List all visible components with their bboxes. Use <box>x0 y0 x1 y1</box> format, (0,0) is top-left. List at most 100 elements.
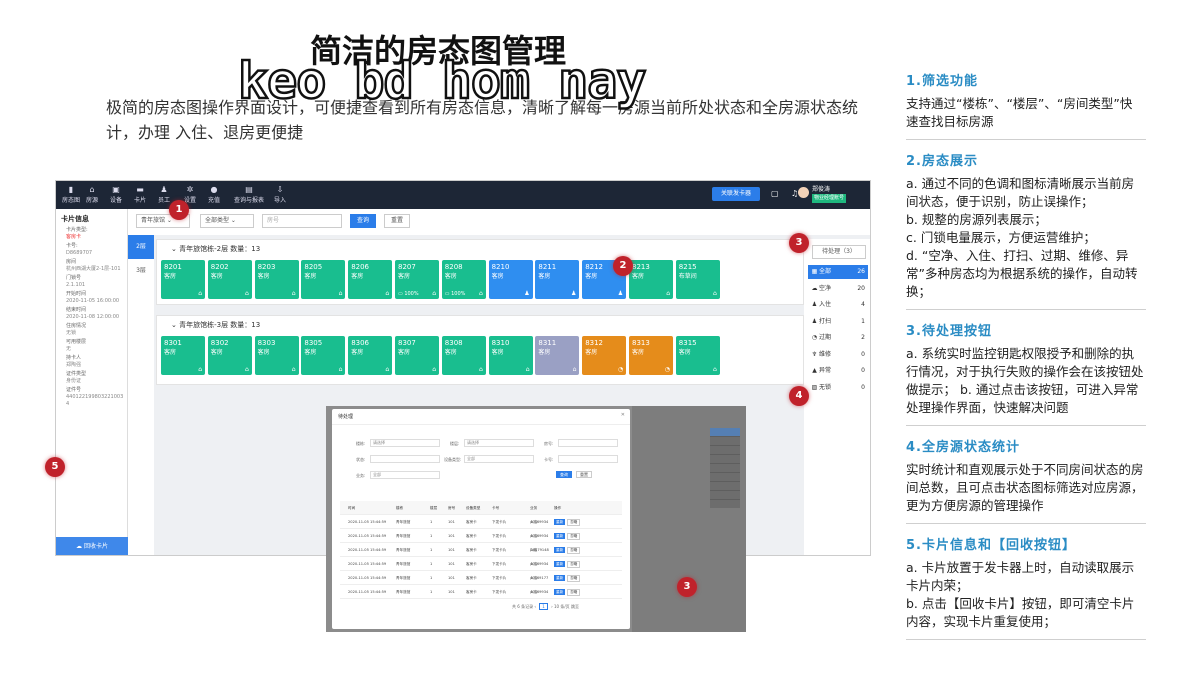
status-count: 26 <box>857 268 865 275</box>
room-card[interactable]: 8211 客房 ♟ <box>535 260 580 299</box>
modal-device-select[interactable]: 全部 <box>464 455 534 463</box>
retry-button[interactable]: 重新 <box>554 575 566 581</box>
room-card[interactable]: 8205 客房 ⌂ <box>301 260 346 299</box>
modal-query-button[interactable]: 查询 <box>556 471 572 478</box>
retry-button[interactable]: 重新 <box>554 533 566 539</box>
room-card[interactable]: 8303 客房 ⌂ <box>254 336 299 375</box>
modal-floor-select[interactable]: 请选择 <box>464 439 534 447</box>
tab-floor-2[interactable]: 2层 <box>128 235 154 259</box>
pending-button[interactable]: 待处理（3） <box>812 245 866 259</box>
room-type-select[interactable]: 全部类型 ⌄ <box>200 214 254 228</box>
user-menu[interactable]: 郑俊涛 物业经理账号 <box>798 185 847 203</box>
room-card[interactable]: 8210 客房 ♟ <box>488 260 533 299</box>
ignore-button[interactable]: 忽略 <box>567 533 581 540</box>
settings-icon: ✲ <box>186 185 194 194</box>
room-status: 布草间 <box>678 273 697 280</box>
feature-line: b. 点击【回收卡片】按钮，即可清空卡片内容，实现卡片重复使用； <box>906 596 1135 629</box>
card-field: 住房情况 无锁 <box>56 322 127 338</box>
room-card[interactable]: 8305 客房 ⌂ <box>301 336 346 375</box>
room-card[interactable]: 8302 客房 ⌂ <box>207 336 252 375</box>
nav-item-staff[interactable]: ♟ 员工 <box>158 184 170 204</box>
abnormal-icon: ▲ <box>812 367 817 374</box>
retry-button[interactable]: 重新 <box>554 547 566 553</box>
ignore-button[interactable]: 忽略 <box>567 519 581 526</box>
nav-item-device[interactable]: ▣ 设备 <box>110 184 122 204</box>
room-card[interactable]: 8310 客房 ⌂ <box>488 336 533 375</box>
room-card[interactable]: 8301 客房 ⌂ <box>161 336 205 375</box>
nav-item-building[interactable]: ▮ 房态图 <box>62 184 80 204</box>
room-card[interactable]: 8202 客房 ⌂ <box>207 260 252 299</box>
modal-card-input[interactable] <box>558 455 618 463</box>
room-card[interactable]: 8307 客房 ⌂ <box>395 336 439 375</box>
pagination: 共 6 条记录 ‹ 1 › 10 条/页 跳至 <box>512 603 579 610</box>
card-field-value: 无锁 <box>66 330 77 336</box>
modal-reset-button[interactable]: 重置 <box>576 471 592 478</box>
room-card[interactable]: 8312 客房 ◔ <box>582 336 627 375</box>
table-cell: 2020-11-05 15:44:59 <box>348 562 387 566</box>
nav-item-settings[interactable]: ✲ 设置 <box>184 184 196 204</box>
modal-building-select[interactable]: 请选择 <box>370 439 440 447</box>
floor-block: ⌄ 青年旅馆栋-2层 数量：13 8201 客房 ⌂ 8202 客房 ⌂ 8203 客房 ⌂ 82… <box>156 239 804 305</box>
floor-block: ⌄ 青年旅馆栋-3层 数量：13 8301 客房 ⌂ 8302 客房 ⌂ 8303 客房 ⌂ 83… <box>156 315 804 385</box>
modal-business-select[interactable]: 全部 <box>370 471 440 479</box>
close-icon[interactable]: ✕ <box>621 412 625 418</box>
table-cell: 下发卡片 <box>492 548 507 552</box>
pager-size[interactable]: 10 条/页 <box>554 604 570 609</box>
nav-item-recharge[interactable]: ● 充值 <box>208 184 220 204</box>
status-filter-checkin[interactable]: ♟ 入住 4 <box>808 298 868 312</box>
room-card[interactable]: 8315 客房 ⌂ <box>675 336 720 375</box>
nav-item-report[interactable]: ▤ 查询与报表 <box>234 184 264 204</box>
feature-title: 2.房态展示 <box>906 154 978 169</box>
background-app <box>632 406 746 632</box>
retry-button[interactable]: 重新 <box>554 589 566 595</box>
status-filter-vacant[interactable]: ☁ 空净 20 <box>808 282 868 296</box>
room-card[interactable]: 8206 客房 ⌂ <box>348 260 393 299</box>
ignore-button[interactable]: 忽略 <box>567 547 581 554</box>
status-filter-grid[interactable]: ▦ 全部 26 <box>808 265 868 279</box>
tab-floor-3[interactable]: 3层 <box>128 259 154 283</box>
modal-status-select[interactable] <box>370 455 440 463</box>
room-status: 客房 <box>164 273 177 280</box>
reset-button[interactable]: 重置 <box>384 214 410 228</box>
window-icon[interactable]: ▢ <box>771 189 779 198</box>
retry-button[interactable]: 重新 <box>554 519 566 525</box>
room-number-input[interactable]: 房号 <box>262 214 342 228</box>
pager-page[interactable]: 1 <box>539 603 548 610</box>
query-button[interactable]: 查询 <box>350 214 376 228</box>
modal-room-input[interactable] <box>558 439 618 447</box>
room-card[interactable]: 8306 客房 ⌂ <box>348 336 393 375</box>
status-filter-noroom[interactable]: ▨ 无锁 0 <box>808 381 868 395</box>
card-field-value: D8689707 <box>66 250 93 256</box>
status-filter-repair[interactable]: ♆ 维修 0 <box>808 348 868 362</box>
room-card[interactable]: 8313 客房 ◔ <box>629 336 673 375</box>
nav-item-home[interactable]: ⌂ 房源 <box>86 184 98 204</box>
pager-goto[interactable]: 跳至 <box>571 604 579 609</box>
room-card[interactable]: 8308 客房 ⌂ <box>441 336 486 375</box>
feature-line: a. 通过不同的色调和图标清晰展示当前房间状态，便于识别，防止误操作； <box>906 176 1135 209</box>
recycle-card-button[interactable]: ☁ 回收卡片 <box>56 537 128 555</box>
ignore-button[interactable]: 忽略 <box>567 589 581 596</box>
status-filter-expired[interactable]: ◔ 过期 2 <box>808 331 868 345</box>
nav-item-import[interactable]: ⇩ 导入 <box>274 184 286 204</box>
room-state-icon: ⌂ <box>338 366 343 373</box>
ignore-button[interactable]: 忽略 <box>567 561 581 568</box>
ignore-button[interactable]: 忽略 <box>567 575 581 582</box>
room-card[interactable]: 8213 客房 ⌂ <box>629 260 673 299</box>
room-card[interactable]: 8207 客房 ▭ 100% ⌂ <box>395 260 439 299</box>
room-card[interactable]: 8215 布草间 ⌂ <box>675 260 720 299</box>
room-number: 8215 <box>678 263 697 271</box>
send-card-button[interactable]: 关联发卡器 <box>712 187 760 201</box>
retry-button[interactable]: 重新 <box>554 561 566 567</box>
card-field: 门锁号 2.1.101 <box>56 274 127 290</box>
card-field-value: 客房卡 <box>66 234 82 240</box>
status-filter-abnormal[interactable]: ▲ 异常 0 <box>808 364 868 378</box>
room-card[interactable]: 8203 客房 ⌂ <box>254 260 299 299</box>
status-filter-clean[interactable]: ♟ 打扫 1 <box>808 315 868 329</box>
feature-line: 实时统计和直观展示处于不同房间状态的房间总数，且可点击状态图标筛选对应房源，更为… <box>906 462 1144 513</box>
table-cell: 入住 <box>530 590 538 594</box>
room-card[interactable]: 8311 客房 ⌂ <box>535 336 580 375</box>
nav-item-card[interactable]: ▬ 卡片 <box>134 184 146 204</box>
room-card[interactable]: 8201 客房 ⌂ <box>161 260 205 299</box>
table-cell: 2020-11-05 15:44:59 <box>348 590 387 594</box>
room-card[interactable]: 8208 客房 ▭ 100% ⌂ <box>441 260 486 299</box>
